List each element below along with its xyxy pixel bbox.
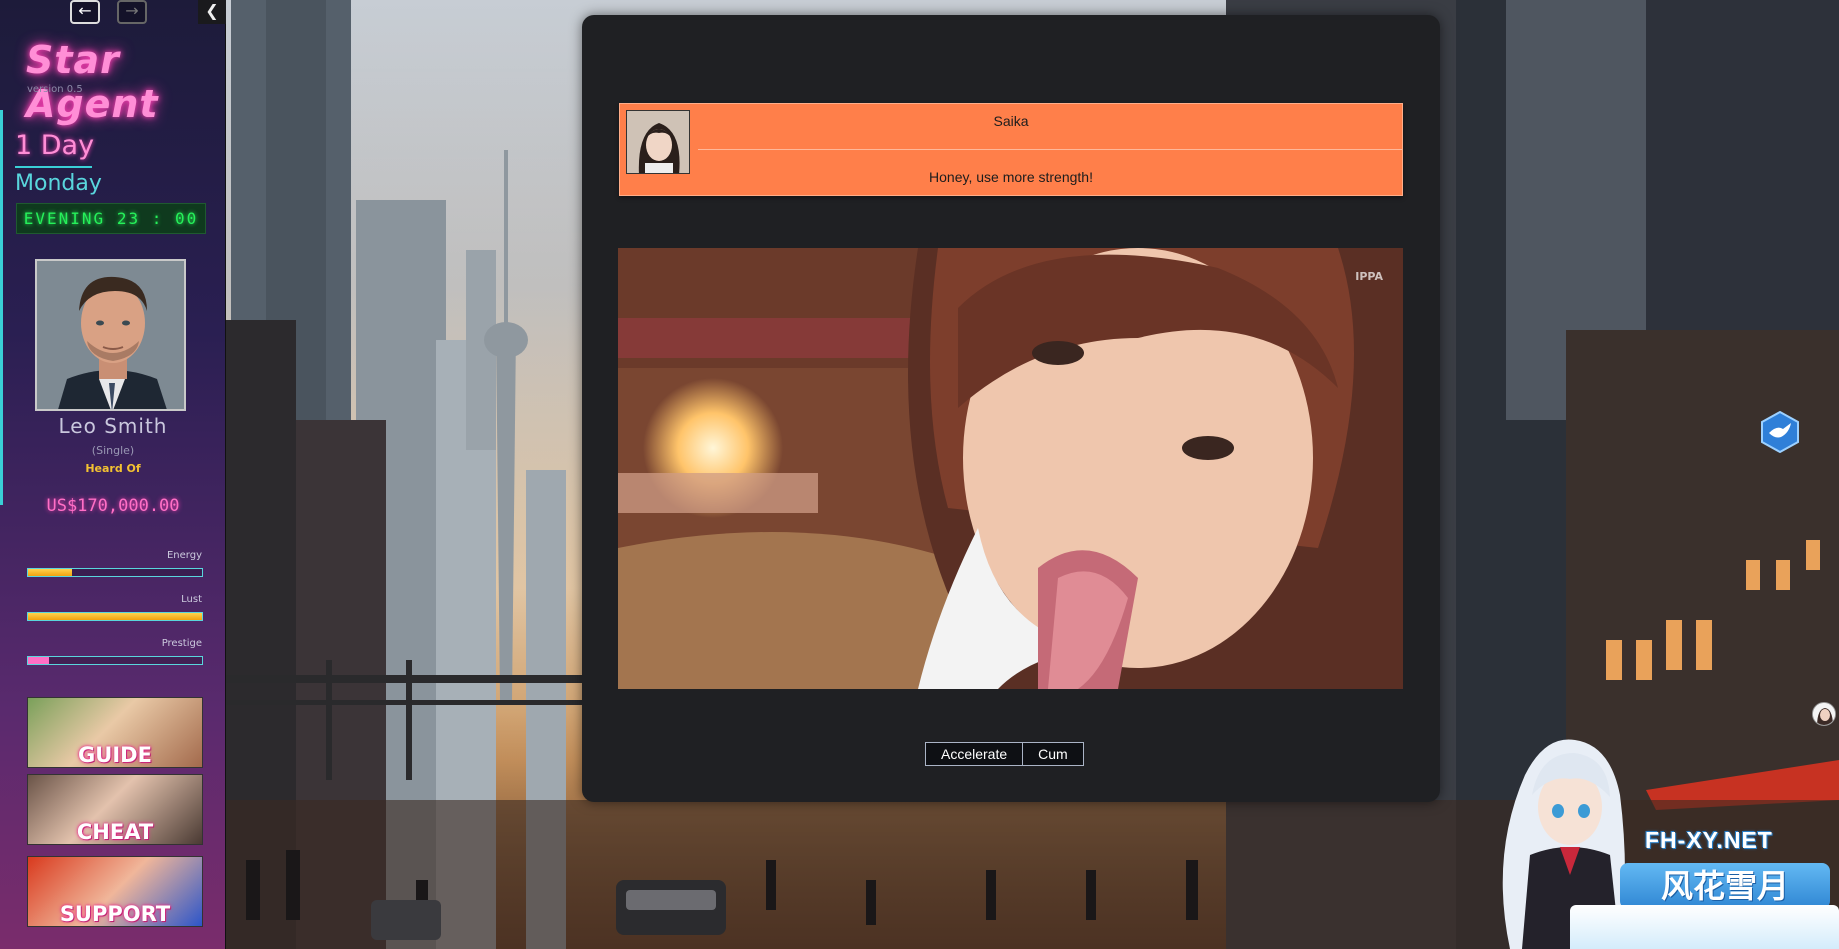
game-version: version 0.5 [27,84,83,95]
bird-icon[interactable] [1761,410,1799,454]
scene-image [618,248,1403,689]
nav-forward-button[interactable]: → [117,0,147,24]
support-label: SUPPORT [59,902,171,926]
player-relationship-status: (Single) [91,444,135,457]
prestige-label: Prestige [161,638,202,649]
player-money: US$170,000.00 [46,496,180,516]
speech-box: Saika Honey, use more strength! [619,103,1403,196]
player-avatar[interactable] [35,259,186,411]
speaker-name: Saika [993,113,1029,129]
speech-text: Honey, use more strength! [929,169,1093,185]
nav-back-button[interactable]: ← [70,0,100,24]
support-button[interactable]: SUPPORT [27,856,203,927]
player-portrait [37,261,184,409]
arrow-left-icon: ← [78,1,92,20]
player-fame-title: Heard Of [85,462,141,475]
sidebar-collapse-button[interactable]: ❮ [198,0,226,24]
day-divider [15,166,92,168]
cum-button[interactable]: Cum [1023,742,1084,766]
lust-bar [27,612,203,621]
brand-url: FH-XY.NET [1645,827,1773,853]
energy-bar-fill [28,569,72,576]
prestige-bar [27,656,203,665]
guide-label: GUIDE [78,743,152,767]
weekday-label: Monday [15,171,102,196]
mini-avatar-button[interactable] [1812,702,1836,726]
guide-button[interactable]: GUIDE [27,697,203,768]
game-logo: Star Agent [26,38,159,126]
chevron-left-icon: ❮ [205,1,219,20]
arrow-right-icon: → [125,1,139,20]
energy-bar [27,568,203,577]
brand-name: 风花雪月 [1620,863,1830,909]
bird-badge-shape [1761,410,1799,454]
action-bar: Accelerate Cum [925,742,1084,766]
time-clock: EVENING 23 : 00 [16,203,206,234]
day-counter: 1 Day [15,130,95,161]
site-watermark: FH-XY.NET 风花雪月 [1470,735,1839,949]
cheat-label: CHEAT [76,820,154,844]
cheat-button[interactable]: CHEAT [27,774,203,845]
lust-label: Lust [181,594,202,605]
brand-ice-decoration [1570,905,1839,949]
scene-dialog: Saika Honey, use more strength! IPPA Acc… [582,15,1440,802]
accelerate-button[interactable]: Accelerate [925,742,1024,766]
scene-video[interactable]: IPPA [618,248,1403,689]
energy-label: Energy [166,550,202,561]
scene-watermark: IPPA [1355,270,1383,283]
sidebar: ← → ❮ Star Agent version 0.5 1 Day Monda… [0,0,226,949]
speech-divider [698,149,1402,150]
player-name: Leo Smith [58,414,168,438]
prestige-bar-fill [28,657,49,664]
lust-bar-fill [28,613,202,620]
